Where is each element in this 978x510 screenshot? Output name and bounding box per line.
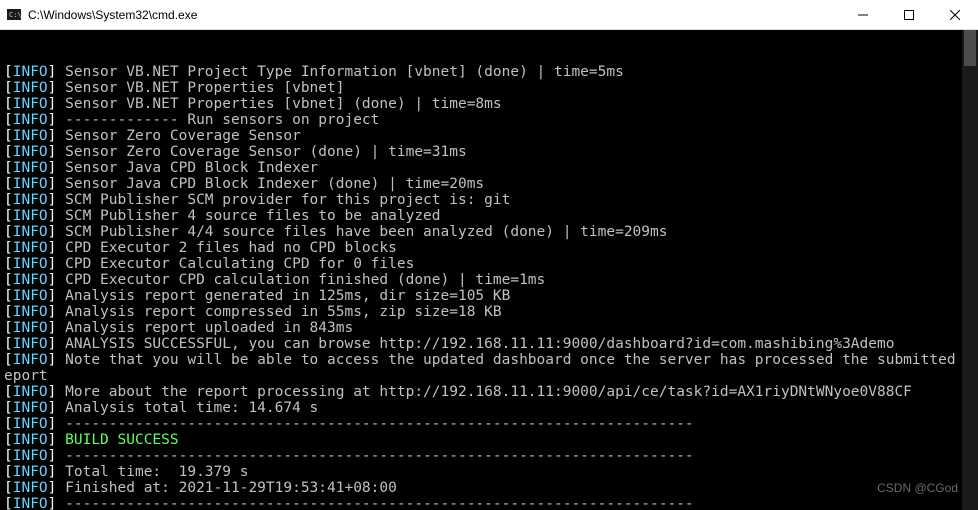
log-line: [INFO] Sensor Zero Coverage Sensor (done… bbox=[4, 144, 974, 160]
log-line: [INFO] CPD Executor 2 files had no CPD b… bbox=[4, 240, 974, 256]
log-line: [INFO] SCM Publisher SCM provider for th… bbox=[4, 192, 974, 208]
log-line: [INFO] Sensor VB.NET Properties [vbnet] bbox=[4, 80, 974, 96]
scrollbar-thumb[interactable] bbox=[964, 30, 976, 66]
log-line: [INFO] CPD Executor Calculating CPD for … bbox=[4, 256, 974, 272]
log-line: [INFO] BUILD SUCCESS bbox=[4, 432, 974, 448]
log-line: [INFO] Sensor Zero Coverage Sensor bbox=[4, 128, 974, 144]
watermark: CSDN @CGod bbox=[877, 480, 958, 496]
log-line: [INFO] Finished at: 2021-11-29T19:53:41+… bbox=[4, 480, 974, 496]
cmd-icon: C:\ bbox=[6, 7, 22, 23]
log-line: [INFO] Analysis report generated in 125m… bbox=[4, 288, 974, 304]
maximize-button[interactable] bbox=[886, 0, 932, 30]
log-line: [INFO] CPD Executor CPD calculation fini… bbox=[4, 272, 974, 288]
svg-text:C:\: C:\ bbox=[9, 11, 21, 19]
minimize-button[interactable] bbox=[840, 0, 886, 30]
log-line: [INFO] Analysis total time: 14.674 s bbox=[4, 400, 974, 416]
log-line: [INFO] Sensor Java CPD Block Indexer bbox=[4, 160, 974, 176]
log-line: [INFO] Analysis report compressed in 55m… bbox=[4, 304, 974, 320]
window-titlebar: C:\ C:\Windows\System32\cmd.exe bbox=[0, 0, 978, 30]
log-line: [INFO] SCM Publisher 4 source files to b… bbox=[4, 208, 974, 224]
window-controls bbox=[840, 0, 978, 30]
log-line: [INFO] ---------------------------------… bbox=[4, 448, 974, 464]
log-line: [INFO] Sensor VB.NET Properties [vbnet] … bbox=[4, 96, 974, 112]
log-line: [INFO] SCM Publisher 4/4 source files ha… bbox=[4, 224, 974, 240]
log-line: [INFO] Total time: 19.379 s bbox=[4, 464, 974, 480]
log-line: [INFO] Sensor VB.NET Project Type Inform… bbox=[4, 64, 974, 80]
log-line: [INFO] ANALYSIS SUCCESSFUL, you can brow… bbox=[4, 336, 974, 352]
log-line: [INFO] More about the report processing … bbox=[4, 384, 974, 400]
window-title: C:\Windows\System32\cmd.exe bbox=[28, 8, 197, 22]
log-line: [INFO] Sensor Java CPD Block Indexer (do… bbox=[4, 176, 974, 192]
scrollbar[interactable] bbox=[962, 30, 978, 510]
log-line: eport bbox=[4, 368, 974, 384]
log-line: [INFO] Analysis report uploaded in 843ms bbox=[4, 320, 974, 336]
log-line: [INFO] ---------------------------------… bbox=[4, 496, 974, 510]
log-line: [INFO] Note that you will be able to acc… bbox=[4, 352, 974, 368]
log-line: [INFO] ------------- Run sensors on proj… bbox=[4, 112, 974, 128]
log-line: [INFO] ---------------------------------… bbox=[4, 416, 974, 432]
close-button[interactable] bbox=[932, 0, 978, 30]
terminal-output[interactable]: [INFO] Sensor VB.NET Project Type Inform… bbox=[0, 30, 978, 510]
